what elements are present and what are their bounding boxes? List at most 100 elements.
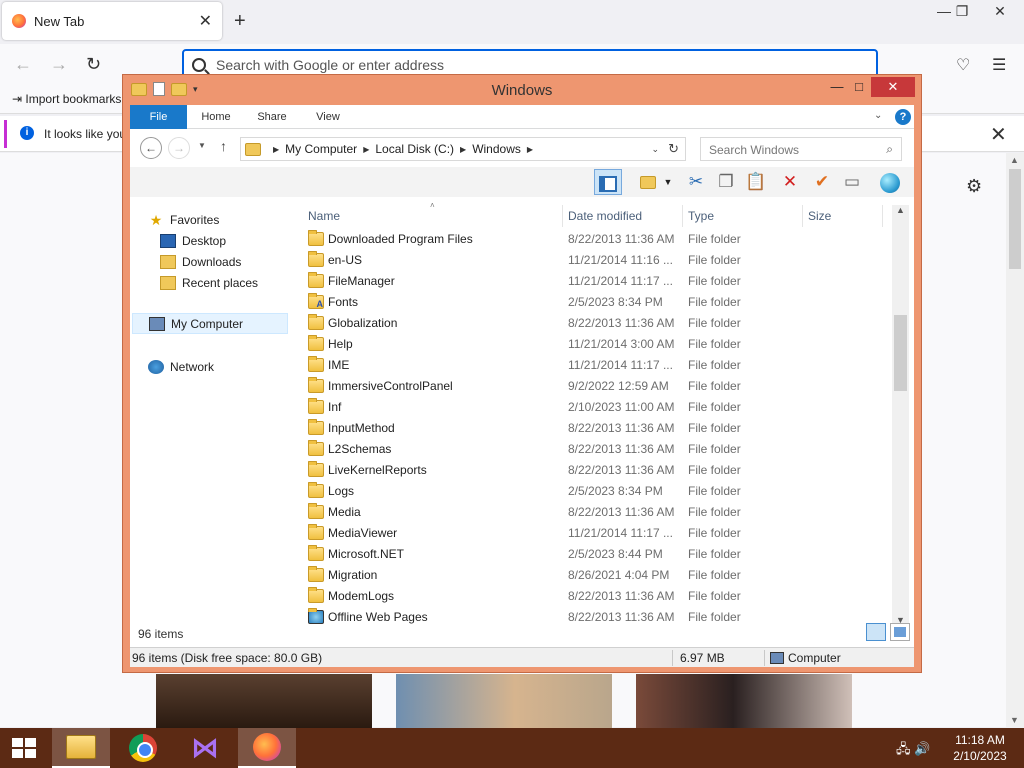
column-divider[interactable] [562,205,563,227]
help-icon[interactable]: ? [895,109,911,125]
table-row[interactable]: Help 11/21/2014 3:00 AM File folder [306,334,900,355]
top-site-thumbnail[interactable] [396,674,612,728]
start-button[interactable] [0,728,48,768]
tab-home[interactable]: Home [190,105,242,129]
browser-restore-button[interactable]: ❐ [942,0,982,22]
table-row[interactable]: Microsoft.NET 2/5/2023 8:44 PM File folder [306,544,900,565]
column-date-modified[interactable]: Date modified [568,209,642,223]
top-site-thumbnail[interactable] [636,674,852,728]
back-button[interactable]: ← [140,137,162,159]
details-view-button[interactable] [866,623,886,641]
tab-file[interactable]: File [130,105,187,129]
check-icon[interactable]: ✔ [808,169,836,195]
table-row[interactable]: Migration 8/26/2021 4:04 PM File folder [306,565,900,586]
gear-icon[interactable]: ⚙ [966,176,982,197]
chevron-right-icon[interactable]: ▶ [363,145,369,154]
tab-share[interactable]: Share [246,105,298,129]
column-divider[interactable] [802,205,803,227]
tab-new-tab[interactable]: New Tab ✕ [2,2,222,40]
table-row[interactable]: LiveKernelReports 8/22/2013 11:36 AM File … [306,460,900,481]
chevron-right-icon[interactable]: ▶ [273,145,279,154]
column-divider[interactable] [882,205,883,227]
column-name[interactable]: Name [308,209,340,223]
file-list-scrollbar[interactable]: ▲ ▼ [892,205,909,625]
column-divider[interactable] [682,205,683,227]
recent-locations-icon[interactable]: ▼ [198,141,206,150]
taskbar-visual-studio[interactable]: ⋈ [176,728,234,768]
breadcrumb-windows[interactable]: Windows [472,142,521,156]
new-tab-button[interactable]: + [234,10,246,33]
table-row[interactable]: Inf 2/10/2023 11:00 AM File folder [306,397,900,418]
explorer-titlebar[interactable]: ▾ Windows — □ ✕ [123,75,921,105]
table-row[interactable]: InputMethod 8/22/2013 11:36 AM File folder [306,418,900,439]
menu-icon[interactable]: ☰ [992,55,1006,75]
table-row[interactable]: Fonts 2/5/2023 8:34 PM File folder [306,292,900,313]
scroll-up-arrow[interactable]: ▲ [896,205,905,215]
table-row[interactable]: Offline Web Pages 8/22/2013 11:36 AM File … [306,607,900,628]
preview-pane-button[interactable] [594,169,622,195]
up-button[interactable]: ↑ [220,138,227,154]
new-folder-button[interactable] [634,169,662,195]
import-bookmarks-link[interactable]: ⇥ Import bookmarks [12,92,121,106]
table-row[interactable]: en-US 11/21/2014 11:16 ... File folder [306,250,900,271]
chevron-right-icon[interactable]: ▶ [460,145,466,154]
table-row[interactable]: L2Schemas 8/22/2013 11:36 AM File folder [306,439,900,460]
reload-icon[interactable]: ↻ [86,54,101,75]
globe-icon[interactable] [876,169,904,195]
table-row[interactable]: Logs 2/5/2023 8:34 PM File folder [306,481,900,502]
refresh-icon[interactable]: ↻ [668,141,679,157]
search-box[interactable]: Search Windows ⌕ [700,137,902,161]
address-bar[interactable]: ▶ My Computer ▶ Local Disk (C:) ▶ Window… [240,137,686,161]
table-row[interactable]: FileManager 11/21/2014 11:17 ... File fold… [306,271,900,292]
tab-view[interactable]: View [302,105,354,129]
top-site-thumbnail[interactable] [156,674,372,728]
table-row[interactable]: ModemLogs 8/22/2013 11:36 AM File folder [306,586,900,607]
paste-icon[interactable]: 📋 [742,169,770,195]
nav-item-desktop[interactable]: Desktop [160,230,226,251]
table-row[interactable]: MediaViewer 11/21/2014 11:17 ... File fold… [306,523,900,544]
table-row[interactable]: ImmersiveControlPanel 9/2/2022 12:59 AM Fi… [306,376,900,397]
table-row[interactable]: IME 11/21/2014 11:17 ... File folder [306,355,900,376]
scroll-thumb[interactable] [894,315,907,391]
copy-icon[interactable]: ❐ [712,169,740,195]
address-dropdown-icon[interactable]: ⌄ [651,144,659,155]
chevron-right-icon[interactable]: ▶ [527,145,533,154]
table-row[interactable]: Globalization 8/22/2013 11:36 AM File fold… [306,313,900,334]
tray-network-volume-icon[interactable]: 🖧 🔊 [896,740,930,762]
maximize-button[interactable]: □ [845,77,873,97]
taskbar-chrome[interactable] [114,728,172,768]
large-icons-view-button[interactable] [890,623,910,641]
delete-icon[interactable]: ✕ [776,169,804,195]
forward-button[interactable]: → [168,137,190,159]
breadcrumb-my-computer[interactable]: My Computer [285,142,357,156]
rename-icon[interactable]: ▭ [838,169,866,195]
folder-dropdown-icon[interactable]: ▼ [662,169,674,195]
cut-icon[interactable]: ✂ [682,169,710,195]
search-icon[interactable]: ⌕ [886,142,893,157]
taskbar-file-explorer[interactable] [52,728,110,768]
table-row[interactable]: Downloaded Program Files 8/22/2013 11:36 … [306,229,900,250]
column-type[interactable]: Type [688,209,714,223]
nav-item-favorites[interactable]: ★ Favorites [148,209,220,230]
breadcrumb-local-disk[interactable]: Local Disk (C:) [375,142,454,156]
nav-item-network[interactable]: Network [148,356,214,377]
nav-item-recent-places[interactable]: Recent places [160,272,258,293]
expand-ribbon-icon[interactable]: ⌄ [874,110,882,121]
close-button[interactable]: ✕ [871,77,915,97]
system-clock[interactable]: 11:18 AM 2/10/2023 [940,732,1020,764]
scroll-up-arrow[interactable]: ▲ [1010,155,1019,165]
table-row[interactable]: Media 8/22/2013 11:36 AM File folder [306,502,900,523]
taskbar-firefox[interactable] [238,728,296,768]
nav-item-downloads[interactable]: Downloads [160,251,241,272]
forward-icon[interactable]: → [50,54,68,75]
scroll-thumb[interactable] [1009,169,1021,269]
browser-close-button[interactable]: ✕ [980,0,1020,22]
page-scrollbar[interactable]: ▲ ▼ [1006,153,1024,727]
tab-close-icon[interactable]: ✕ [199,11,212,31]
back-icon[interactable]: ← [14,54,32,75]
scroll-down-arrow[interactable]: ▼ [1010,715,1019,725]
column-size[interactable]: Size [808,209,831,223]
nav-item-my-computer[interactable]: My Computer [132,313,288,334]
pocket-icon[interactable]: ♡ [956,55,970,75]
notice-close-icon[interactable]: ✕ [990,122,1007,147]
